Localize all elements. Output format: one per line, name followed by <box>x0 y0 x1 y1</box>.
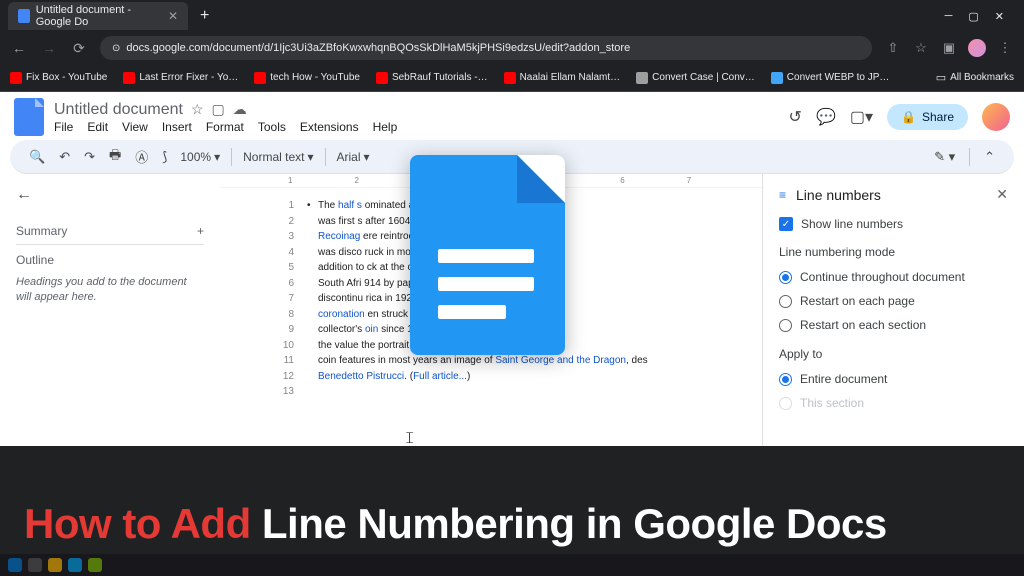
move-icon[interactable]: ▢ <box>212 101 225 118</box>
bookmark-item[interactable]: SebRauf Tutorials -… <box>376 72 488 84</box>
back-icon[interactable]: ← <box>10 40 28 56</box>
zoom-select[interactable]: 100%▾ <box>176 150 224 164</box>
browser-chrome: Untitled document - Google Do ✕ + ─ ▢ ✕ … <box>0 0 1024 92</box>
history-icon[interactable]: ↺ <box>789 107 802 127</box>
menu-icon[interactable]: ⋮ <box>996 40 1014 56</box>
url-input[interactable]: ⊙ docs.google.com/document/d/1Ijc3Ui3aZB… <box>100 36 872 60</box>
extensions-icon[interactable]: ▣ <box>940 40 958 56</box>
apply-section-radio: This section <box>779 391 1008 415</box>
menu-format[interactable]: Format <box>206 120 244 134</box>
tab-strip: Untitled document - Google Do ✕ + ─ ▢ ✕ <box>0 0 1024 32</box>
address-bar: ← → ⟳ ⊙ docs.google.com/document/d/1Ijc3… <box>0 32 1024 64</box>
bookmark-item[interactable]: Convert WEBP to JP… <box>771 72 890 84</box>
new-tab-button[interactable]: + <box>192 7 217 25</box>
browser-tab[interactable]: Untitled document - Google Do ✕ <box>8 2 188 30</box>
menu-bar: File Edit View Insert Format Tools Exten… <box>54 120 397 134</box>
outline-hint: Headings you add to the document will ap… <box>16 275 204 306</box>
line-numbers-gutter: 12345678910111213 <box>278 198 294 400</box>
line-numbers-panel: ≡ Line numbers ✕ ✓ Show line numbers Lin… <box>762 174 1024 446</box>
mode-restart-page-radio[interactable]: Restart on each page <box>779 289 1008 313</box>
mode-section-label: Line numbering mode <box>779 245 1008 259</box>
minimize-icon[interactable]: ─ <box>945 10 953 23</box>
bookmark-item[interactable]: tech How - YouTube <box>254 72 360 84</box>
banner-white-text: Line Numbering in Google Docs <box>262 500 887 547</box>
style-select[interactable]: Normal text▾ <box>239 150 317 164</box>
lock-icon: 🔒 <box>901 110 916 124</box>
bookmark-icon[interactable]: ☆ <box>912 40 930 56</box>
meet-icon[interactable]: ▢▾ <box>850 107 873 127</box>
search-icon[interactable]: 🔍 <box>24 146 50 168</box>
list-icon: ≡ <box>779 188 786 202</box>
collapse-toolbar-icon[interactable]: ⌃ <box>979 146 1000 168</box>
url-text: docs.google.com/document/d/1Ijc3Ui3aZBfo… <box>126 42 630 54</box>
checkbox-icon: ✓ <box>779 217 793 231</box>
all-bookmarks[interactable]: ▭All Bookmarks <box>936 71 1014 84</box>
show-line-numbers-checkbox[interactable]: ✓ Show line numbers <box>779 217 1008 231</box>
outline-panel: ← Summary + Outline Headings you add to t… <box>0 174 220 446</box>
maximize-icon[interactable]: ▢ <box>968 10 978 23</box>
account-avatar[interactable] <box>982 103 1010 131</box>
docs-favicon <box>18 9 30 23</box>
apply-section-label: Apply to <box>779 347 1008 361</box>
docs-header: Untitled document ☆ ▢ ☁ File Edit View I… <box>0 92 1024 138</box>
font-select[interactable]: Arial▾ <box>333 150 374 164</box>
docs-logo-icon[interactable] <box>14 98 44 136</box>
forward-icon[interactable]: → <box>40 40 58 56</box>
bookmarks-bar: Fix Box - YouTube Last Error Fixer - Yo…… <box>0 64 1024 92</box>
close-panel-icon[interactable]: ✕ <box>996 186 1008 203</box>
edit-mode-icon[interactable]: ✎ ▾ <box>929 146 960 168</box>
tab-title: Untitled document - Google Do <box>36 4 162 28</box>
menu-insert[interactable]: Insert <box>162 120 192 134</box>
spellcheck-icon[interactable]: Ⓐ <box>130 144 153 169</box>
outline-back-icon[interactable]: ← <box>16 186 204 204</box>
menu-edit[interactable]: Edit <box>87 120 108 134</box>
print-icon[interactable]: 🖶 <box>104 143 126 171</box>
outline-label: Outline <box>16 245 204 269</box>
comments-icon[interactable]: 💬 <box>816 107 836 127</box>
close-tab-icon[interactable]: ✕ <box>168 9 178 23</box>
undo-icon[interactable]: ↶ <box>54 146 75 168</box>
panel-title: Line numbers <box>796 187 881 203</box>
taskbar <box>0 554 1024 576</box>
close-window-icon[interactable]: ✕ <box>995 10 1004 23</box>
mode-continue-radio[interactable]: Continue throughout document <box>779 265 1008 289</box>
paint-format-icon[interactable]: ⟆ <box>157 146 172 168</box>
lock-icon: ⊙ <box>112 43 120 54</box>
bookmark-item[interactable]: Last Error Fixer - Yo… <box>123 72 238 84</box>
bookmark-item[interactable]: Fix Box - YouTube <box>10 72 107 84</box>
document-title[interactable]: Untitled document <box>54 101 183 119</box>
menu-extensions[interactable]: Extensions <box>300 120 359 134</box>
menu-tools[interactable]: Tools <box>258 120 286 134</box>
bookmark-item[interactable]: Naalai Ellam Nalamt… <box>504 72 621 84</box>
banner-red-text: How to Add <box>24 500 262 547</box>
redo-icon[interactable]: ↷ <box>79 146 100 168</box>
cloud-icon[interactable]: ☁ <box>233 101 247 118</box>
bookmark-item[interactable]: Convert Case | Conv… <box>636 72 755 84</box>
menu-help[interactable]: Help <box>373 120 398 134</box>
window-controls: ─ ▢ ✕ <box>945 10 1016 23</box>
add-summary-icon[interactable]: + <box>197 224 204 238</box>
reload-icon[interactable]: ⟳ <box>70 40 88 57</box>
mode-restart-section-radio[interactable]: Restart on each section <box>779 313 1008 337</box>
docs-overlay-icon <box>410 155 565 355</box>
title-banner: How to Add Line Numbering in Google Docs <box>0 446 1024 576</box>
profile-avatar[interactable] <box>968 39 986 57</box>
star-icon[interactable]: ☆ <box>191 101 204 118</box>
share-page-icon[interactable]: ⇧ <box>884 40 902 56</box>
apply-entire-radio[interactable]: Entire document <box>779 367 1008 391</box>
share-button[interactable]: 🔒Share <box>887 104 968 130</box>
summary-label: Summary <box>16 224 67 238</box>
menu-view[interactable]: View <box>122 120 148 134</box>
menu-file[interactable]: File <box>54 120 73 134</box>
